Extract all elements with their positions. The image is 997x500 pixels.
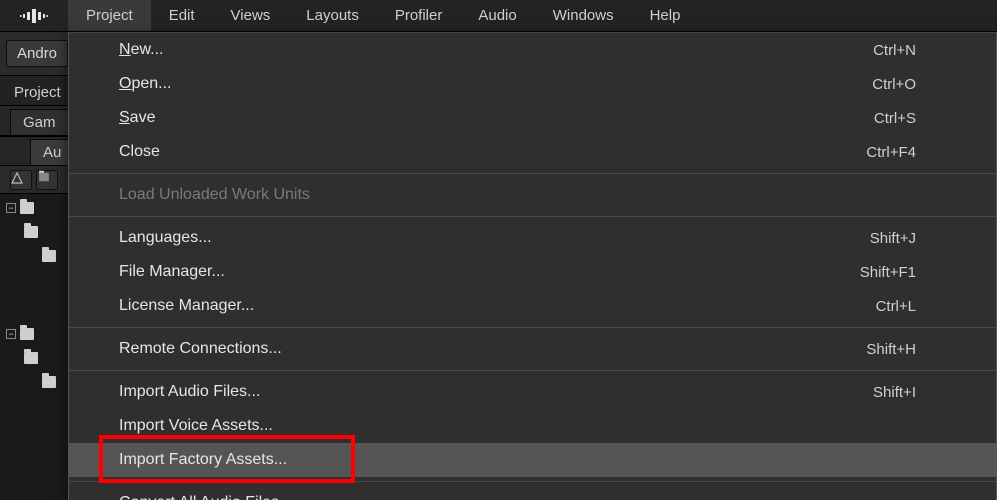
menu-item-shortcut: Ctrl+O	[872, 76, 916, 93]
menu-item-file-manager[interactable]: File Manager...Shift+F1	[69, 255, 996, 289]
menu-views[interactable]: Views	[213, 0, 289, 31]
menu-item-load-unloaded-work-units: Load Unloaded Work Units	[69, 178, 996, 212]
menu-item-remote-connections[interactable]: Remote Connections...Shift+H	[69, 332, 996, 366]
tree-view-mode-icon[interactable]	[10, 170, 32, 190]
folder-icon	[42, 250, 56, 262]
menu-item-label: Languages...	[119, 229, 870, 247]
folder-icon	[20, 202, 34, 214]
menu-item-open[interactable]: Open...Ctrl+O	[69, 67, 996, 101]
menu-separator	[69, 327, 996, 328]
menu-item-label: Remote Connections...	[119, 340, 866, 358]
menu-separator	[69, 481, 996, 482]
folder-icon	[42, 376, 56, 388]
menu-item-shortcut: Shift+H	[866, 341, 916, 358]
menu-help[interactable]: Help	[632, 0, 699, 31]
menu-item-shortcut: Ctrl+F4	[866, 144, 916, 161]
folder-icon	[24, 226, 38, 238]
menu-item-label: License Manager...	[119, 297, 876, 315]
menu-item-label: Open...	[119, 75, 872, 93]
menu-item-label: Close	[119, 143, 866, 161]
subtab-0[interactable]: Gam	[10, 109, 69, 135]
menu-item-shortcut: Shift+J	[870, 230, 916, 247]
menu-item-import-audio-files[interactable]: Import Audio Files...Shift+I	[69, 375, 996, 409]
menu-item-license-manager[interactable]: License Manager...Ctrl+L	[69, 289, 996, 323]
tree-folder-icon[interactable]	[36, 170, 58, 190]
menu-item-shortcut: Shift+F1	[860, 264, 916, 281]
menu-audio[interactable]: Audio	[460, 0, 534, 31]
menu-item-new[interactable]: New...Ctrl+N	[69, 33, 996, 67]
menu-item-import-voice-assets[interactable]: Import Voice Assets...	[69, 409, 996, 443]
menu-item-label: New...	[119, 41, 873, 59]
panel-tab-project[interactable]: Project	[4, 80, 71, 105]
panel-tab-label: Project	[14, 84, 61, 101]
platform-selector[interactable]: Andro	[6, 40, 68, 67]
menu-item-shortcut: Shift+I	[873, 384, 916, 401]
menu-project[interactable]: Project	[68, 0, 151, 31]
menu-item-label: Save	[119, 109, 874, 127]
menu-separator	[69, 173, 996, 174]
menu-item-shortcut: Ctrl+L	[876, 298, 916, 315]
folder-icon	[24, 352, 38, 364]
menu-item-label: Convert All Audio Files...	[119, 494, 916, 500]
menu-item-import-factory-assets[interactable]: Import Factory Assets...	[69, 443, 996, 477]
menu-layouts[interactable]: Layouts	[288, 0, 377, 31]
platform-label: Andro	[17, 45, 57, 62]
menubar: ProjectEditViewsLayoutsProfilerAudioWind…	[0, 0, 997, 32]
menu-item-close[interactable]: CloseCtrl+F4	[69, 135, 996, 169]
menu-item-label: Import Audio Files...	[119, 383, 873, 401]
folder-icon	[20, 328, 34, 340]
tree-collapse-icon[interactable]: −	[6, 329, 16, 339]
app-logo-icon	[0, 0, 68, 31]
subtab-1-label: Au	[43, 144, 61, 161]
menu-windows[interactable]: Windows	[535, 0, 632, 31]
menu-item-save[interactable]: SaveCtrl+S	[69, 101, 996, 135]
menu-item-shortcut: Ctrl+N	[873, 42, 916, 59]
menu-item-label: Load Unloaded Work Units	[119, 186, 916, 204]
menu-separator	[69, 216, 996, 217]
menu-item-languages[interactable]: Languages...Shift+J	[69, 221, 996, 255]
subtab-0-label: Gam	[23, 114, 56, 131]
project-menu-dropdown: New...Ctrl+NOpen...Ctrl+OSaveCtrl+SClose…	[68, 32, 997, 500]
menu-separator	[69, 370, 996, 371]
tree-collapse-icon[interactable]: −	[6, 203, 16, 213]
menu-profiler[interactable]: Profiler	[377, 0, 461, 31]
menu-item-label: Import Factory Assets...	[119, 451, 916, 469]
menu-item-label: File Manager...	[119, 263, 860, 281]
menu-item-shortcut: Ctrl+S	[874, 110, 916, 127]
menu-item-convert-all-audio-files[interactable]: Convert All Audio Files...	[69, 486, 996, 500]
menu-item-label: Import Voice Assets...	[119, 417, 916, 435]
menu-edit[interactable]: Edit	[151, 0, 213, 31]
